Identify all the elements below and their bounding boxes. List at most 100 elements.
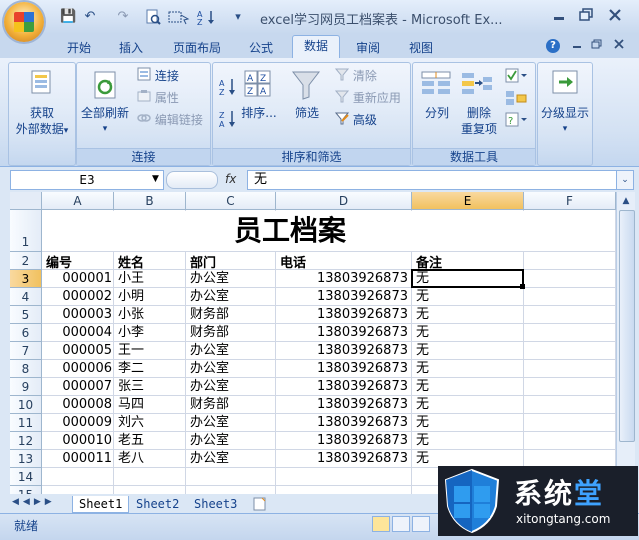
cell-id[interactable]: 000010 xyxy=(46,432,112,450)
cell-id[interactable]: 000002 xyxy=(46,288,112,306)
row-header[interactable]: 14 xyxy=(10,468,42,486)
sort-az-icon[interactable]: AZ xyxy=(196,9,218,27)
cell-phone[interactable]: 13803926873 xyxy=(276,396,408,414)
cell-phone[interactable]: 13803926873 xyxy=(276,342,408,360)
column-header-d[interactable]: D xyxy=(276,192,412,210)
cell-note[interactable]: 无 xyxy=(416,414,516,432)
cell-dept[interactable]: 财务部 xyxy=(190,306,274,324)
cell-dept[interactable]: 财务部 xyxy=(190,396,274,414)
row-header[interactable]: 12 xyxy=(10,432,42,450)
cell-phone[interactable]: 13803926873 xyxy=(276,270,408,288)
cell-note[interactable]: 无 xyxy=(416,342,516,360)
cell-id[interactable]: 000003 xyxy=(46,306,112,324)
cell-name[interactable]: 小张 xyxy=(118,306,184,324)
header-cell-id[interactable]: 编号 xyxy=(46,252,72,271)
tab-data[interactable]: 数据 xyxy=(292,35,340,59)
cell-note[interactable]: 无 xyxy=(416,432,516,450)
cell-id[interactable]: 000006 xyxy=(46,360,112,378)
row-header[interactable]: 11 xyxy=(10,414,42,432)
cell-dept[interactable]: 办公室 xyxy=(190,414,274,432)
connections-button[interactable]: 连接 xyxy=(137,67,179,85)
cell-phone[interactable]: 13803926873 xyxy=(276,414,408,432)
cell-note[interactable]: 无 xyxy=(416,360,516,378)
sort-button[interactable]: 排序... xyxy=(239,105,279,121)
page-break-view-icon[interactable] xyxy=(412,516,430,532)
row-header[interactable]: 6 xyxy=(10,324,42,342)
cell-phone[interactable]: 13803926873 xyxy=(276,324,408,342)
row-header[interactable]: 10 xyxy=(10,396,42,414)
filter-button[interactable]: 筛选 xyxy=(289,105,325,121)
row-header[interactable]: 15 xyxy=(10,486,42,494)
tab-home[interactable]: 开始 xyxy=(58,38,100,58)
formula-input[interactable]: 无 xyxy=(247,170,620,190)
edit-links-button[interactable]: 编辑链接 xyxy=(137,111,203,129)
sheet-tab-2[interactable]: Sheet2 xyxy=(130,496,185,512)
undo-icon[interactable]: ↶ xyxy=(82,9,98,25)
normal-view-icon[interactable] xyxy=(372,516,390,532)
cell-note[interactable]: 无 xyxy=(416,324,516,342)
cell-name[interactable]: 王一 xyxy=(118,342,184,360)
properties-button[interactable]: 属性 xyxy=(137,89,179,107)
advanced-filter-button[interactable]: 高级 xyxy=(334,111,377,129)
column-header-a[interactable]: A xyxy=(42,192,114,210)
header-cell-dept[interactable]: 部门 xyxy=(190,252,216,271)
ribbon-restore-icon[interactable] xyxy=(590,36,604,52)
insert-sheet-icon[interactable] xyxy=(252,497,268,511)
cell-id[interactable]: 000001 xyxy=(46,270,112,288)
select-all-corner[interactable] xyxy=(10,192,42,210)
select-icon[interactable] xyxy=(168,9,190,25)
cell-phone[interactable]: 13803926873 xyxy=(276,432,408,450)
save-icon[interactable]: 💾 xyxy=(60,9,76,25)
cell-name[interactable]: 张三 xyxy=(118,378,184,396)
row-header[interactable]: 3 xyxy=(10,270,42,288)
workbook-close-icon[interactable] xyxy=(612,36,626,52)
consolidate-icon[interactable] xyxy=(505,89,529,107)
cell-id[interactable]: 000008 xyxy=(46,396,112,414)
what-if-analysis-icon[interactable]: ? xyxy=(505,111,529,129)
cell-name[interactable]: 李二 xyxy=(118,360,184,378)
clear-filter-button[interactable]: 清除 xyxy=(334,67,377,85)
tab-formulas[interactable]: 公式 xyxy=(240,38,282,58)
cell-dept[interactable]: 办公室 xyxy=(190,450,274,468)
row-header[interactable]: 7 xyxy=(10,342,42,360)
cell-phone[interactable]: 13803926873 xyxy=(276,360,408,378)
redo-icon[interactable]: ↷ xyxy=(115,9,131,25)
name-box[interactable]: E3 xyxy=(10,170,164,190)
text-to-columns-button[interactable]: 分列 xyxy=(417,105,457,121)
cell-name[interactable]: 小王 xyxy=(118,270,184,288)
header-cell-name[interactable]: 姓名 xyxy=(118,252,144,271)
tab-insert[interactable]: 插入 xyxy=(110,38,152,58)
page-layout-view-icon[interactable] xyxy=(392,516,410,532)
row-header[interactable]: 5 xyxy=(10,306,42,324)
cell-dept[interactable]: 办公室 xyxy=(190,288,274,306)
name-box-dropdown-icon[interactable]: ▼ xyxy=(152,170,162,188)
column-header-e[interactable]: E xyxy=(412,192,524,210)
cell-note[interactable]: 无 xyxy=(416,288,516,306)
row-header[interactable]: 1 xyxy=(10,210,42,252)
row-header[interactable]: 9 xyxy=(10,378,42,396)
sheet-tab-1[interactable]: Sheet1 xyxy=(72,496,130,513)
reapply-button[interactable]: 重新应用 xyxy=(334,89,401,107)
office-button[interactable] xyxy=(4,2,44,42)
sort-ascending-icon[interactable]: AZ xyxy=(219,77,237,97)
row-header[interactable]: 2 xyxy=(10,252,42,270)
get-external-data-button[interactable]: 获取 外部数据▾ xyxy=(9,105,75,139)
cell-note[interactable]: 无 xyxy=(416,396,516,414)
cell-dept[interactable]: 办公室 xyxy=(190,270,274,288)
cell-note[interactable]: 无 xyxy=(416,378,516,396)
ribbon-minimize-icon[interactable] xyxy=(570,36,584,52)
scroll-up-icon[interactable]: ▲ xyxy=(619,194,633,208)
cell-name[interactable]: 马四 xyxy=(118,396,184,414)
column-header-b[interactable]: B xyxy=(114,192,186,210)
header-cell-phone[interactable]: 电话 xyxy=(280,252,306,271)
cell-id[interactable]: 000007 xyxy=(46,378,112,396)
cell-name[interactable]: 小李 xyxy=(118,324,184,342)
fill-handle[interactable] xyxy=(520,284,525,289)
cell-dept[interactable]: 办公室 xyxy=(190,432,274,450)
cell-name[interactable]: 老五 xyxy=(118,432,184,450)
cell-dept[interactable]: 财务部 xyxy=(190,324,274,342)
cell-dept[interactable]: 办公室 xyxy=(190,378,274,396)
close-icon[interactable] xyxy=(604,6,626,24)
vertical-scrollbar[interactable]: ▲ xyxy=(616,192,635,494)
restore-icon[interactable] xyxy=(575,6,597,24)
